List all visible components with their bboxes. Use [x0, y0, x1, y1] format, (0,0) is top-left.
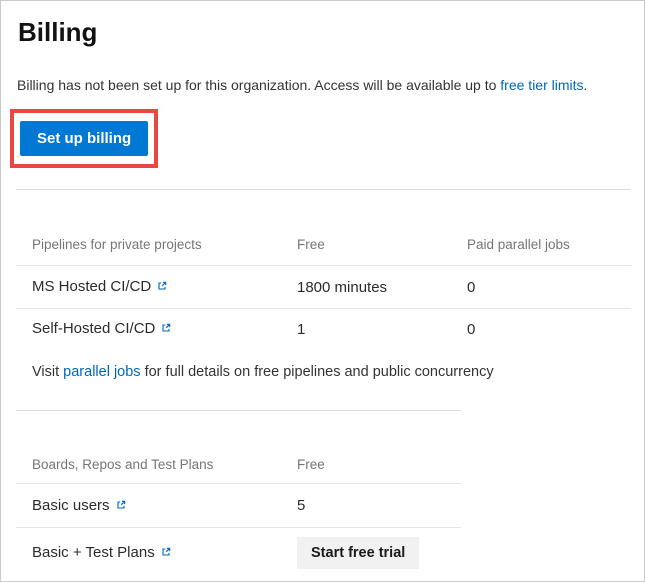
external-link-icon[interactable]	[160, 321, 172, 338]
table-row: Self-Hosted CI/CD 1 0	[16, 309, 631, 349]
row-label-cell: Basic + Test Plans	[16, 544, 297, 562]
intro-text-after: .	[583, 77, 588, 93]
row-label: Self-Hosted CI/CD	[32, 320, 156, 337]
table-row: Basic users 5	[16, 484, 461, 528]
set-up-billing-button[interactable]: Set up billing	[20, 121, 149, 156]
billing-page: Billing Billing has not been set up for …	[0, 0, 645, 582]
column-header-boards: Boards, Repos and Test Plans	[32, 457, 214, 472]
page-title: Billing	[18, 17, 98, 47]
start-free-trial-button[interactable]: Start free trial	[297, 537, 420, 569]
table-row: Basic + Test Plans Start free trial	[16, 528, 461, 578]
pipelines-table-header-row: Pipelines for private projects Free Paid…	[16, 190, 631, 266]
intro-text-before: Billing has not been set up for this org…	[17, 77, 501, 93]
boards-table-header-row: Boards, Repos and Test Plans Free	[16, 411, 461, 484]
annotation-highlight-box: Set up billing	[10, 109, 159, 168]
external-link-icon[interactable]	[160, 545, 172, 562]
free-value: 1800 minutes	[297, 278, 388, 296]
free-tier-limits-link[interactable]: free tier limits	[500, 77, 583, 93]
table-row: MS Hosted CI/CD 1800 minutes 0	[16, 266, 631, 309]
row-label: Basic + Test Plans	[32, 544, 155, 561]
parallel-jobs-note: Visit parallel jobs for full details on …	[32, 364, 644, 380]
trial-button-cell: Start free trial	[297, 537, 461, 569]
row-label: MS Hosted CI/CD	[32, 278, 152, 295]
note-text-before: Visit	[32, 364, 64, 380]
paid-value: 0	[467, 320, 476, 338]
column-header-free: Free	[297, 457, 325, 472]
external-link-icon[interactable]	[115, 498, 127, 515]
paid-value: 0	[467, 278, 476, 296]
free-value: 1	[297, 320, 306, 338]
boards-table: Boards, Repos and Test Plans Free Basic …	[16, 410, 461, 578]
column-header-free: Free	[297, 237, 325, 252]
column-header-paid-parallel-jobs: Paid parallel jobs	[467, 237, 570, 252]
pipelines-table: Pipelines for private projects Free Paid…	[16, 190, 631, 349]
row-label: Basic users	[32, 496, 110, 514]
row-label-cell: MS Hosted CI/CD	[16, 278, 297, 296]
free-value: 5	[297, 497, 306, 514]
intro-text: Billing has not been set up for this org…	[17, 76, 628, 94]
row-label-cell: Basic users	[16, 497, 297, 515]
external-link-icon[interactable]	[156, 279, 168, 296]
column-header-pipelines: Pipelines for private projects	[32, 237, 202, 252]
row-label-cell: Self-Hosted CI/CD	[16, 320, 297, 338]
note-text-after: for full details on free pipelines and p…	[140, 364, 494, 380]
parallel-jobs-link[interactable]: parallel jobs	[63, 364, 140, 380]
